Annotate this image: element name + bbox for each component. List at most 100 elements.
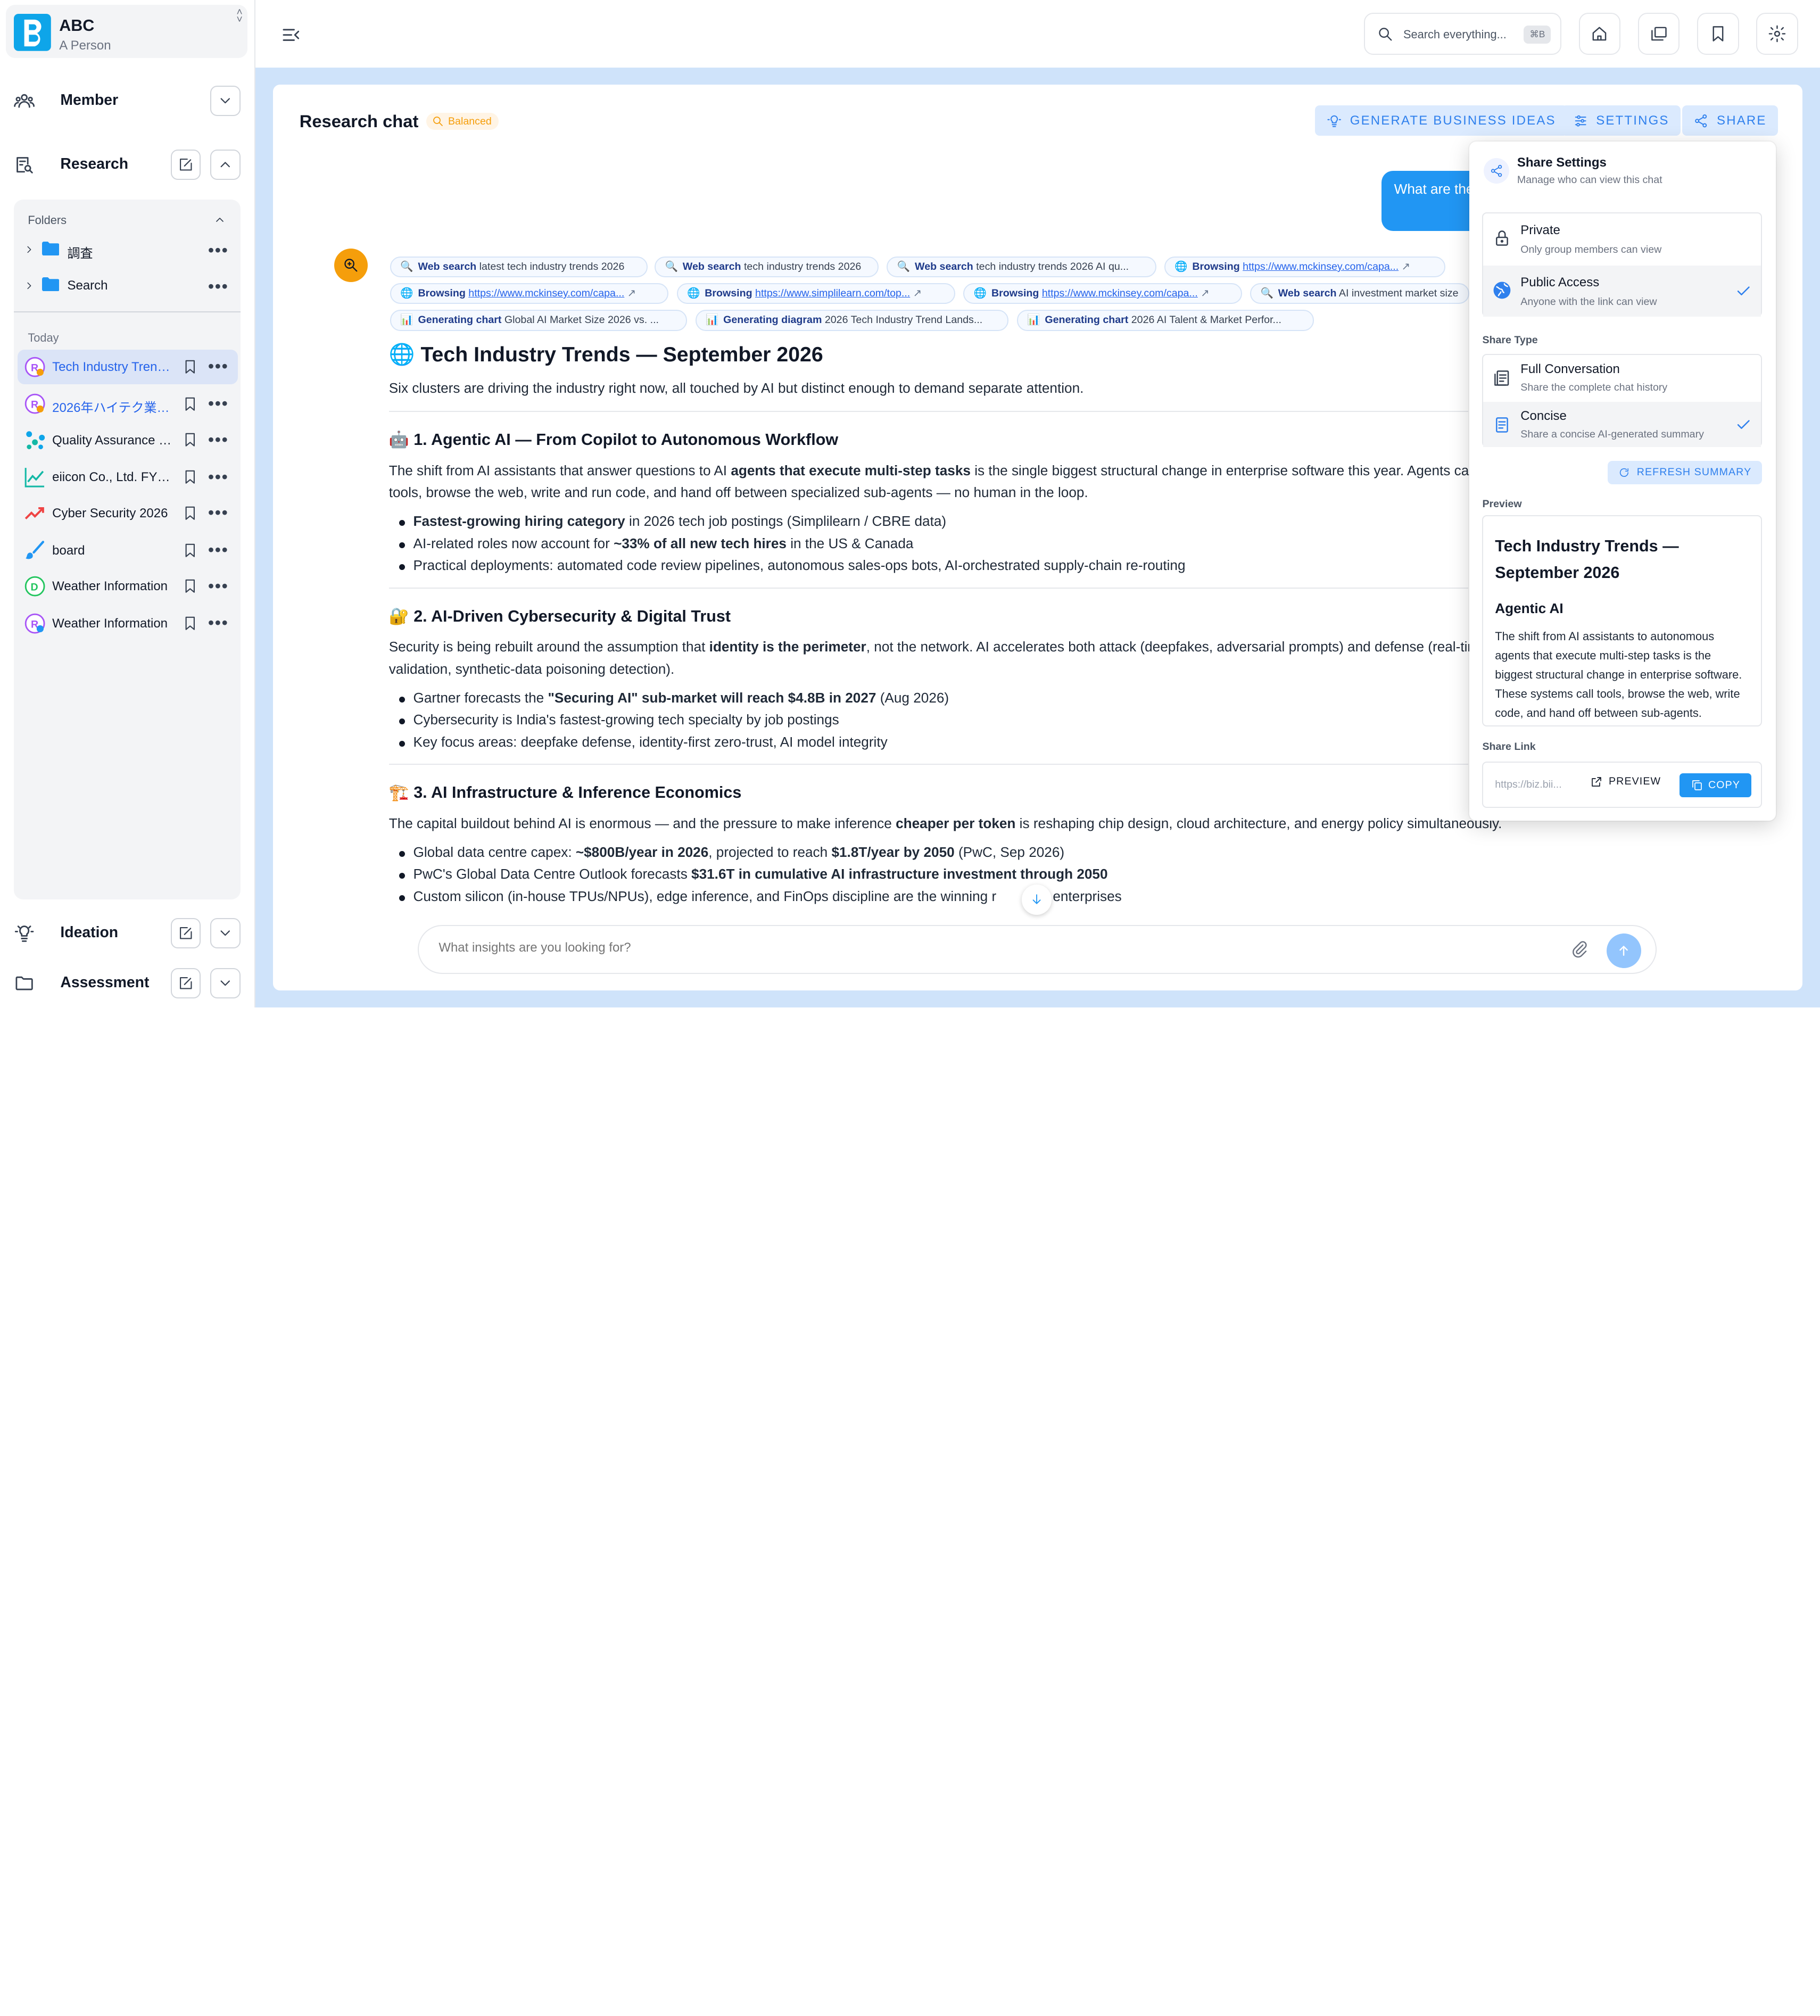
step-chip[interactable]: 📊 Generating chart 2026 AI Talent & Marke… xyxy=(1016,310,1314,331)
menu-collapse-icon[interactable] xyxy=(281,24,302,45)
chat-settings-button[interactable]: SETTINGS xyxy=(1561,105,1681,136)
paperclip-icon[interactable] xyxy=(1570,940,1589,959)
more-icon[interactable]: ••• xyxy=(208,278,229,295)
chat-item[interactable]: board ••• xyxy=(18,533,238,567)
more-icon[interactable]: ••• xyxy=(208,505,229,521)
more-icon[interactable]: ••• xyxy=(208,242,229,259)
share-type-concise-option[interactable]: Concise Share a concise AI-generated sum… xyxy=(1483,401,1761,447)
bold-text: ~$800B/year in 2026 xyxy=(575,844,709,860)
list-item: Key focus areas: deepfake defense, ident… xyxy=(399,733,888,750)
step-text: tech industry trends 2026 xyxy=(743,261,862,273)
step-chip[interactable]: 🌐 Browsing https://www.mckinsey.com/capa.… xyxy=(1164,257,1445,278)
chevron-right-icon[interactable] xyxy=(23,280,35,292)
chat-item[interactable]: D Weather Information ••• xyxy=(18,569,238,604)
step-chip[interactable]: 🌐 Browsing https://www.simplilearn.com/to… xyxy=(676,283,956,304)
step-chip[interactable]: 📊 Generating chart Global AI Market Size … xyxy=(390,310,688,331)
option-title: Concise xyxy=(1520,408,1567,423)
step-chip[interactable]: 🌐 Browsing https://www.mckinsey.com/capa.… xyxy=(963,283,1242,304)
bookmark-icon[interactable] xyxy=(182,505,198,522)
step-chip[interactable]: 🔍 Web search tech industry trends 2026 AI… xyxy=(887,257,1156,278)
text: Gartner forecasts the xyxy=(413,689,548,706)
more-icon[interactable]: ••• xyxy=(208,615,229,631)
new-assessment-button[interactable] xyxy=(170,968,201,998)
research-agent-icon: R xyxy=(24,613,45,634)
bookmark-icon[interactable] xyxy=(182,542,198,559)
lock-icon: 🔐 xyxy=(388,607,414,625)
sidebar-section-assessment[interactable]: Assessment xyxy=(0,962,255,1004)
step-chip[interactable]: 📊 Generating diagram 2026 Tech Industry T… xyxy=(695,310,1009,331)
workspace-switcher[interactable]: ABC A Person ˄ ˅ xyxy=(5,4,247,59)
more-icon[interactable]: ••• xyxy=(208,542,229,558)
section-label: Assessment xyxy=(60,974,150,992)
more-icon[interactable]: ••• xyxy=(208,432,229,448)
chat-item[interactable]: Cyber Security 2026 ••• xyxy=(18,495,238,530)
sidebar-section-member[interactable]: Member xyxy=(0,80,255,122)
step-chip[interactable]: 🔍 Web search tech industry trends 2026 xyxy=(655,257,879,278)
preview-label: Preview xyxy=(1482,498,1522,510)
chat-input[interactable] xyxy=(439,940,1484,955)
more-icon[interactable]: ••• xyxy=(208,395,229,412)
section-label: Research xyxy=(60,155,129,173)
global-search[interactable]: Search everything... ⌘B xyxy=(1363,12,1561,55)
step-link[interactable]: https://www.simplilearn.com/top... xyxy=(755,287,910,299)
bookmark-icon[interactable] xyxy=(182,469,198,485)
scroll-to-bottom-button[interactable] xyxy=(1021,885,1052,915)
mode-badge[interactable]: Balanced xyxy=(426,112,499,130)
new-research-button[interactable] xyxy=(170,150,201,180)
share-link-url[interactable]: https://biz.bii... xyxy=(1495,779,1571,791)
sidebar-section-ideation[interactable]: Ideation xyxy=(0,912,255,954)
library-button[interactable] xyxy=(1637,12,1680,55)
step-link[interactable]: https://www.mckinsey.com/capa... xyxy=(468,287,624,299)
bookmark-icon[interactable] xyxy=(182,359,198,375)
copy-link-button[interactable]: COPY xyxy=(1680,773,1752,798)
bookmark-icon[interactable] xyxy=(182,615,198,632)
chat-item[interactable]: R 2026年ハイテク業界のトレンド ••• xyxy=(18,386,238,421)
sidebar-section-research[interactable]: Research xyxy=(0,144,255,186)
step-chip[interactable]: 🌐 Browsing https://www.mckinsey.com/capa.… xyxy=(390,283,669,304)
refresh-summary-button[interactable]: REFRESH SUMMARY xyxy=(1608,460,1763,484)
expand-collapse-icon[interactable]: ˄ ˅ xyxy=(236,7,242,25)
chat-item[interactable]: R Tech Industry Trends — September 2026 … xyxy=(17,349,238,384)
bold-text: $1.8T/year by 2050 xyxy=(831,844,955,860)
bookmark-icon[interactable] xyxy=(182,578,198,594)
collapse-research-button[interactable] xyxy=(210,150,241,180)
preview-link-button[interactable]: PREVIEW xyxy=(1590,775,1661,788)
access-public-option[interactable]: Public Access Anyone with the link can v… xyxy=(1483,266,1761,317)
external-link-icon: ↗ xyxy=(913,287,922,300)
step-link[interactable]: https://www.mckinsey.com/capa... xyxy=(1042,287,1198,299)
folder-item[interactable]: 調査 ••• xyxy=(14,233,240,266)
mode-label: Balanced xyxy=(448,115,492,127)
home-button[interactable] xyxy=(1578,12,1621,55)
bookmark-icon[interactable] xyxy=(182,396,198,412)
chat-item[interactable]: Quality Assurance Dashboard ••• xyxy=(18,423,238,457)
send-button[interactable] xyxy=(1606,933,1642,968)
chat-title: board xyxy=(52,543,85,558)
chevron-right-icon[interactable] xyxy=(23,244,35,255)
more-icon[interactable]: ••• xyxy=(208,468,229,485)
chevron-up-icon[interactable] xyxy=(213,213,226,226)
step-chip[interactable]: 🔍 Web search latest tech industry trends … xyxy=(390,257,648,278)
bookmarks-button[interactable] xyxy=(1697,12,1739,55)
lightbulb-icon xyxy=(15,926,34,942)
step-chip[interactable]: 🔍 Web search AI investment market size xyxy=(1250,283,1470,304)
expand-member-button[interactable] xyxy=(210,86,241,117)
step-link[interactable]: https://www.mckinsey.com/capa... xyxy=(1243,261,1399,272)
bold-text: identity is the perimeter xyxy=(709,639,866,655)
expand-assessment-button[interactable] xyxy=(210,968,241,998)
step-text: tech industry trends 2026 AI qu... xyxy=(976,261,1129,273)
more-icon[interactable]: ••• xyxy=(208,577,229,594)
folder-item[interactable]: Search ••• xyxy=(14,269,240,302)
access-private-option[interactable]: Private Only group members can view xyxy=(1483,213,1760,265)
settings-button[interactable] xyxy=(1756,12,1798,55)
share-type-full-option[interactable]: Full Conversation Share the complete cha… xyxy=(1483,355,1760,401)
heading-text: 2. AI-Driven Cybersecurity & Digital Tru… xyxy=(413,607,731,625)
generate-ideas-button[interactable]: GENERATE BUSINESS IDEAS xyxy=(1315,105,1568,136)
expand-ideation-button[interactable] xyxy=(210,918,241,949)
new-ideation-button[interactable] xyxy=(170,918,201,949)
page-title: Research chat xyxy=(299,111,419,131)
more-icon[interactable]: ••• xyxy=(208,358,229,375)
bookmark-icon[interactable] xyxy=(182,432,198,448)
chat-item[interactable]: eiicon Co., Ltd. FY2025 Results ••• xyxy=(18,460,238,494)
share-button[interactable]: SHARE xyxy=(1682,105,1778,136)
chat-item[interactable]: R Weather Information ••• xyxy=(18,606,238,641)
